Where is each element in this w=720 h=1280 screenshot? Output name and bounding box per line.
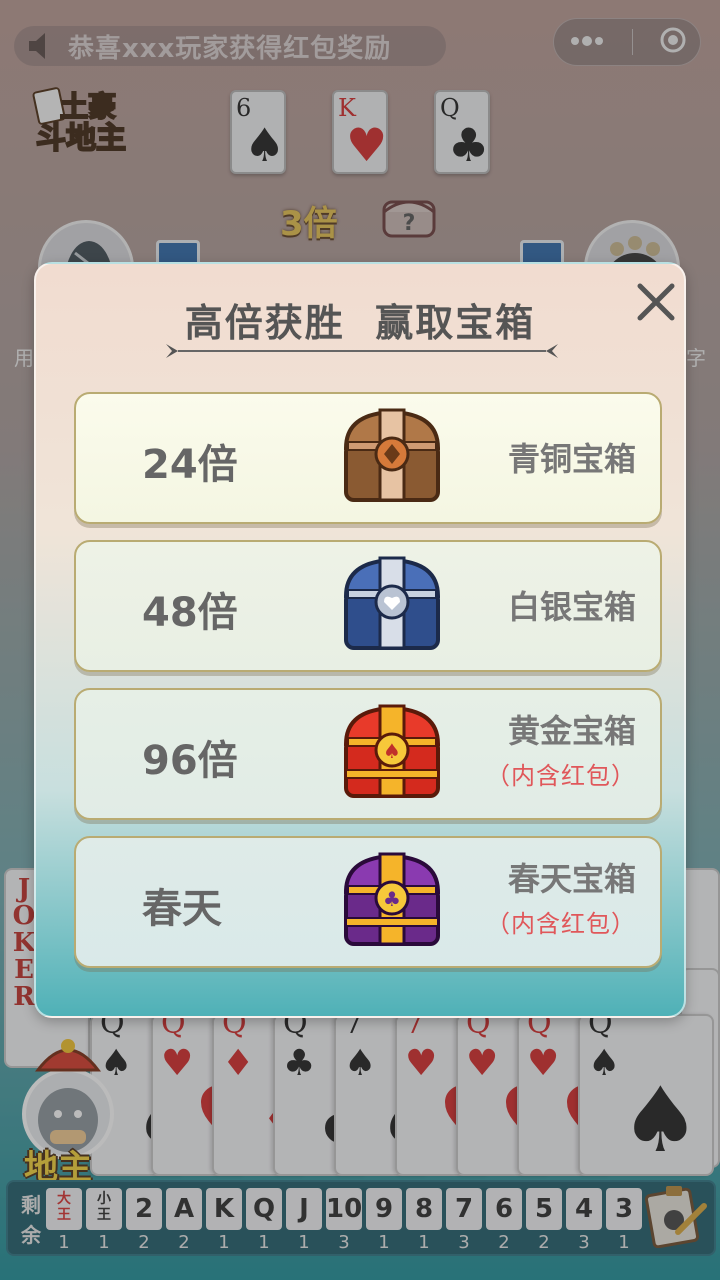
svg-text:♣: ♣ [383, 887, 401, 911]
reward-multiplier: 96倍 [142, 738, 238, 784]
reward-multiplier: 24倍 [142, 442, 238, 488]
reward-name: 黄金宝箱 [507, 712, 636, 750]
reward-note: （内含红包） [486, 762, 636, 790]
reward-name: 春天宝箱 [507, 860, 636, 898]
svg-text:♠: ♠ [383, 739, 401, 763]
reward-name: 青铜宝箱 [507, 440, 636, 478]
silver-chest-icon [338, 552, 446, 658]
reward-row-bronze: 24倍 青铜宝箱 [74, 392, 662, 524]
reward-name: 白银宝箱 [507, 588, 636, 626]
reward-row-silver: 48倍 白银宝箱 [74, 540, 662, 672]
reward-note: （内含红包） [486, 910, 636, 938]
dialog-title: 高倍获胜 赢取宝箱 [184, 301, 536, 345]
reward-chest-dialog: 高倍获胜 赢取宝箱 24倍 青铜宝箱 48倍 白银宝箱 96倍 ♠ 黄金宝箱 （… [34, 262, 686, 1018]
title-decoration [158, 340, 566, 362]
reward-row-spring: 春天 ♣ 春天宝箱 （内含红包） [74, 836, 662, 968]
reward-multiplier: 48倍 [142, 590, 238, 636]
bronze-chest-icon [338, 404, 446, 510]
gold-chest-icon: ♠ [338, 700, 446, 806]
spring-chest-icon: ♣ [338, 848, 446, 954]
close-icon[interactable] [634, 280, 678, 324]
reward-row-gold: 96倍 ♠ 黄金宝箱 （内含红包） [74, 688, 662, 820]
reward-multiplier: 春天 [142, 886, 222, 932]
close-button[interactable] [634, 280, 678, 324]
